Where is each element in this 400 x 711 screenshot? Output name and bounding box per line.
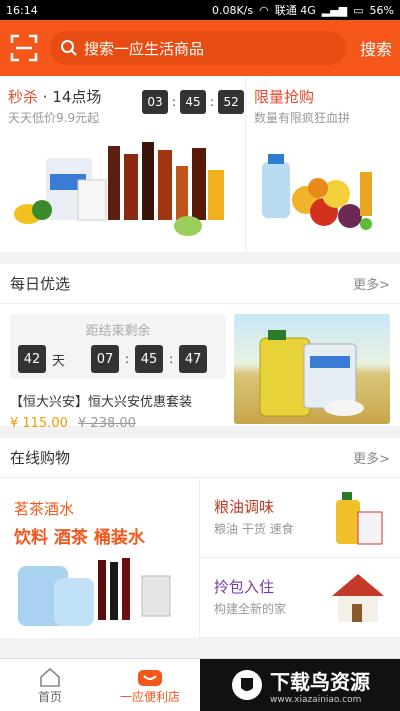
countdown-days: 42 [18,345,46,373]
daily-picks-card[interactable]: 距结束剩余 42 天 07 : 45 : 47 【恒大兴安】恒大兴安优惠套装 ¥… [0,304,400,431]
countdown-label: 距结束剩余 [85,324,151,339]
online-more-link[interactable]: 更多> [353,448,390,467]
groceries-image [14,142,224,236]
bottom-tab-bar: 首页 一应便利店 下载鸟资源 www.xiazainiao.com [0,658,400,711]
search-placeholder: 搜索一应生活商品 [84,39,205,58]
limited-title: 限量抢购 [254,88,315,106]
category-tea-subtitle: 饮料 酒茶 桶装水 [14,528,145,548]
daily-more-link[interactable]: 更多> [353,274,390,293]
timer-seconds: 52 [218,90,245,114]
scan-icon[interactable] [8,32,40,64]
watermark-logo-icon [232,670,262,700]
search-button[interactable]: 搜索 [356,36,392,60]
status-battery: 56% [369,3,394,17]
product-name: 【恒大兴安】恒大兴安优惠套装 [10,395,193,410]
tab-home[interactable]: 首页 [0,659,100,711]
store-icon [138,669,162,686]
battery-icon: ▭ [353,3,364,17]
category-grain-oil[interactable]: 粮油调味 粮油 干货 速食 [200,478,400,558]
flash-sale-section: 秒杀 · 14点场 天天低价9.9元起 03 : 45 : 52 限量抢购 数量… [0,76,400,252]
home-icon [40,667,60,687]
fruit-image [262,154,372,230]
countdown-minutes: 45 [135,345,164,373]
tab-home-label: 首页 [37,689,62,704]
daily-picks-title: 每日优选 [10,275,71,293]
timer-hours: 03 [142,90,168,114]
online-shopping-header: 在线购物 更多> [0,438,400,478]
product-old-price: ¥ 238.00 [78,416,136,431]
house-image [332,574,384,622]
status-carrier: 联通 4G [274,4,316,17]
oil-image [336,492,383,545]
countdown-timer: 42 天 07 : 45 : 47 [18,345,218,373]
flash-sale-timer: 03 : 45 : 52 [142,90,245,114]
top-bar: 搜索一应生活商品 搜索 [0,20,400,76]
signal-icon: ▂▄▆ [321,3,348,17]
category-tea-title: 茗茶酒水 [14,500,75,518]
online-shopping-grid: 茗茶酒水 饮料 酒茶 桶装水 粮油调味 粮油 干货 速食 拎包入住 构建全新的家 [0,478,400,638]
timer-minutes: 45 [180,90,207,114]
countdown-seconds: 47 [179,345,208,373]
tab-store[interactable]: 一应便利店 [100,659,200,711]
product-price: ¥ 115.00 [10,416,68,431]
status-bar: 16:14 0.08K/s ◠ 联通 4G ▂▄▆ ▭ 56% [0,0,400,20]
product-banner-image [234,314,390,424]
watermark-title: 下载鸟资源 [270,669,370,694]
flash-sale-card[interactable]: 秒杀 · 14点场 天天低价9.9元起 03 : 45 : 52 [0,76,246,252]
search-icon [61,40,77,56]
limited-subtitle: 数量有限疯狂血拼 [254,111,351,125]
drinks-image [18,558,171,626]
limited-sale-card[interactable]: 限量抢购 数量有限疯狂血拼 [246,76,400,252]
watermark-url: www.xiazainiao.com [270,694,362,705]
watermark: 下载鸟资源 www.xiazainiao.com [200,659,400,711]
flash-sale-label: 秒杀 [8,88,39,106]
countdown-hours: 07 [91,345,120,373]
daily-picks-header: 每日优选 更多> [0,264,400,304]
category-tea-drinks[interactable]: 茗茶酒水 饮料 酒茶 桶装水 [0,478,200,638]
flash-sale-session: · 14点场 [42,88,102,106]
online-shopping-title: 在线购物 [10,449,71,467]
status-time: 16:14 [6,3,38,17]
tab-store-label: 一应便利店 [119,689,180,704]
status-speed: 0.08K/s [211,3,254,17]
countdown-day-unit: 天 [52,353,66,369]
search-input[interactable]: 搜索一应生活商品 [50,31,346,65]
countdown-card: 距结束剩余 42 天 07 : 45 : 47 [10,314,226,379]
category-move-in[interactable]: 拎包入住 构建全新的家 [200,558,400,638]
wifi-icon: ◠ [259,3,269,17]
